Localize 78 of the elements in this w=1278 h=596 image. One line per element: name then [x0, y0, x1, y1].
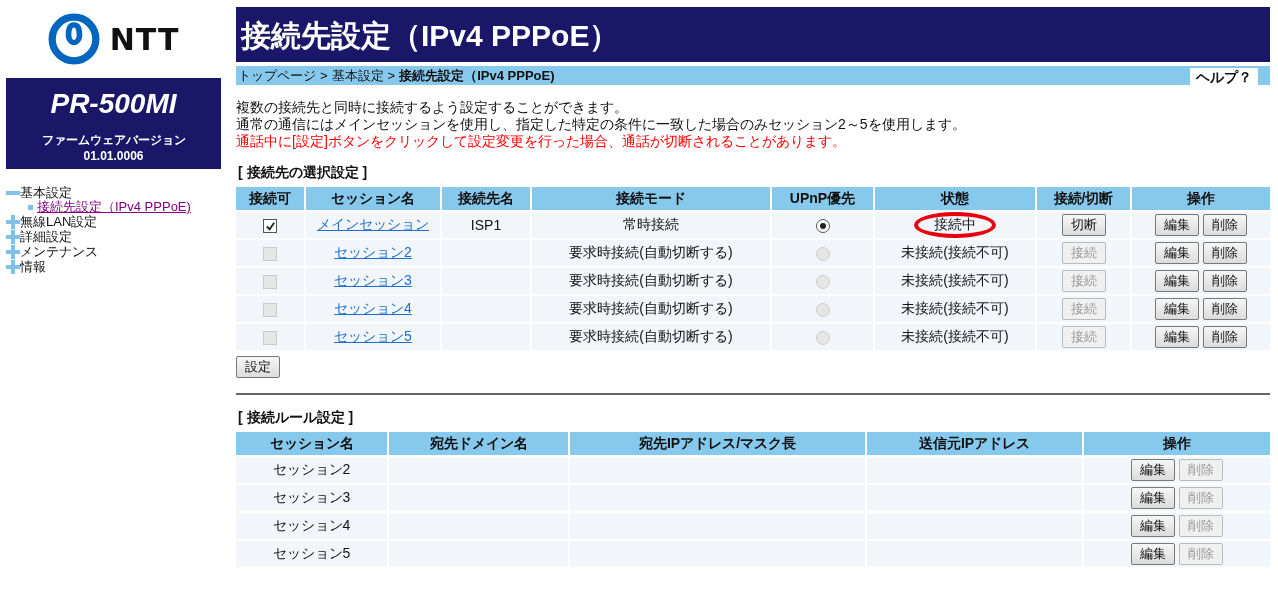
- description-text: 複数の接続先と同時に接続するよう設定することができます。: [236, 99, 629, 116]
- expand-icon[interactable]: [6, 214, 20, 229]
- table-cell: 要求時接続(自動切断する): [532, 240, 770, 266]
- table-cell: セッション4: [236, 513, 387, 539]
- model-name: PR-500MI: [49, 88, 178, 120]
- expand-icon[interactable]: [6, 229, 20, 244]
- description-text: 通常の通信にはメインセッションを使用し、指定した特定の条件に一致した場合のみセッション2～5を使用します。: [236, 116, 967, 133]
- column-header: 接続先名: [442, 187, 530, 210]
- table-cell: セッション2: [236, 457, 387, 483]
- expand-icon[interactable]: [6, 244, 20, 259]
- breadcrumb-separator: >: [387, 68, 396, 83]
- table-cell: ISP1: [442, 212, 530, 238]
- connect-button[interactable]: 切断: [1061, 214, 1106, 236]
- ntt-logo-icon: [47, 13, 100, 65]
- bullet-icon: [28, 204, 33, 210]
- table-cell: セッション3: [236, 485, 387, 511]
- delete-button[interactable]: 削除: [1203, 270, 1247, 292]
- column-header: 送信元IPアドレス: [867, 432, 1082, 455]
- session-link[interactable]: セッション2: [334, 244, 412, 260]
- column-header: セッション名: [306, 187, 440, 210]
- breadcrumb-item[interactable]: トップページ: [238, 66, 316, 85]
- edit-button[interactable]: 編集: [1155, 214, 1199, 236]
- sidebar-item[interactable]: 無線LAN設定: [20, 214, 98, 229]
- firmware-version: 01.01.0006: [82, 149, 145, 163]
- table-cell: 常時接続: [532, 212, 770, 238]
- section-heading: [ 接続先の選択設定 ]: [238, 164, 369, 182]
- brand-name: NTT: [109, 21, 180, 57]
- delete-button[interactable]: 削除: [1203, 214, 1247, 236]
- column-header: 状態: [875, 187, 1035, 210]
- column-header: 接続/切断: [1037, 187, 1130, 210]
- table-cell: 要求時接続(自動切断する): [532, 268, 770, 294]
- table-cell: 要求時接続(自動切断する): [532, 324, 770, 350]
- edit-button[interactable]: 編集: [1131, 543, 1175, 565]
- edit-button[interactable]: 編集: [1155, 242, 1199, 264]
- delete-button[interactable]: 削除: [1203, 298, 1247, 320]
- status-text: 未接続(接続不可): [900, 243, 1010, 262]
- breadcrumb-item[interactable]: 基本設定: [331, 66, 384, 85]
- table-cell: セッション5: [236, 541, 387, 567]
- status-text: 未接続(接続不可): [900, 327, 1010, 346]
- column-header: 操作: [1084, 432, 1270, 455]
- column-header: 接続可: [236, 187, 304, 210]
- session-link[interactable]: セッション3: [334, 272, 412, 288]
- edit-button[interactable]: 編集: [1131, 487, 1175, 509]
- delete-button[interactable]: 削除: [1203, 242, 1247, 264]
- section-heading: [ 接続ルール設定 ]: [238, 409, 355, 427]
- edit-button[interactable]: 編集: [1155, 298, 1199, 320]
- column-header: 宛先IPアドレス/マスク長: [570, 432, 865, 455]
- sidebar-item[interactable]: 詳細設定: [20, 229, 72, 244]
- sidebar-item[interactable]: 情報: [20, 259, 46, 274]
- expand-icon[interactable]: [6, 259, 20, 274]
- page-title: 接続先設定（IPv4 PPPoE）: [236, 7, 1270, 62]
- sidebar-item[interactable]: メンテナンス: [20, 244, 98, 259]
- status-text: 未接続(接続不可): [900, 271, 1010, 290]
- session-link[interactable]: メインセッション: [317, 216, 429, 232]
- column-header: UPnP優先: [772, 187, 873, 210]
- column-header: 接続モード: [532, 187, 770, 210]
- column-header: 宛先ドメイン名: [389, 432, 568, 455]
- breadcrumb-separator: >: [320, 68, 328, 83]
- column-header: セッション名: [236, 432, 387, 455]
- firmware-label: ファームウェアバージョン: [40, 132, 187, 149]
- help-link[interactable]: ヘルプ？: [1190, 68, 1258, 85]
- status-text: 未接続(接続不可): [900, 299, 1010, 318]
- edit-button[interactable]: 編集: [1155, 270, 1199, 292]
- enable-checkbox[interactable]: [263, 219, 277, 234]
- breadcrumb-item[interactable]: 接続先設定（IPv4 PPPoE): [399, 66, 555, 85]
- warning-text: 通話中に[設定]ボタンをクリックして設定変更を行った場合、通話が切断されることがあります。: [236, 133, 847, 150]
- edit-button[interactable]: 編集: [1155, 326, 1199, 348]
- edit-button[interactable]: 編集: [1131, 515, 1175, 537]
- upnp-radio[interactable]: [815, 219, 830, 234]
- sidebar-link[interactable]: 接続先設定（IPv4 PPPoE): [37, 200, 191, 214]
- submit-button[interactable]: 設定: [236, 356, 280, 378]
- table-cell: 要求時接続(自動切断する): [532, 296, 770, 322]
- session-link[interactable]: セッション4: [334, 300, 412, 316]
- session-link[interactable]: セッション5: [334, 328, 412, 344]
- edit-button[interactable]: 編集: [1131, 459, 1175, 481]
- sidebar-item[interactable]: 基本設定: [20, 185, 72, 200]
- delete-button[interactable]: 削除: [1203, 326, 1247, 348]
- column-header: 操作: [1132, 187, 1270, 210]
